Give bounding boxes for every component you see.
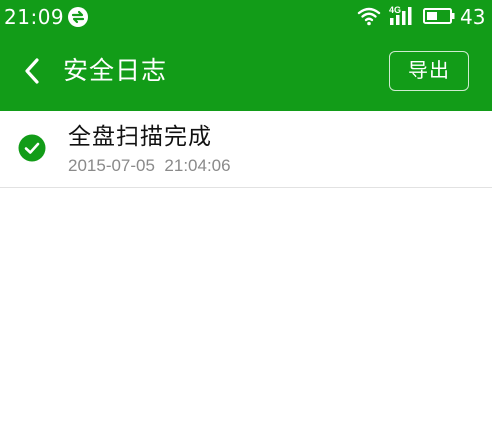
page-title: 安全日志 [63,56,168,85]
log-item-timestamp: 2015-07-05 21:04:06 [68,156,231,175]
battery-level: 43 [460,5,486,29]
export-button[interactable]: 导出 [389,51,469,91]
wifi-icon [357,7,381,26]
battery-icon [423,8,455,24]
app-header: 21:09 4G 43 安全日志 导出 [0,0,492,111]
status-time: 21:09 [4,5,65,29]
signal-icon: 4G [389,5,412,25]
status-bar: 21:09 4G 43 [0,0,492,34]
log-item-title: 全盘扫描完成 [68,124,212,150]
list-item[interactable]: 全盘扫描完成 2015-07-05 21:04:06 [0,111,492,188]
log-list: 全盘扫描完成 2015-07-05 21:04:06 [0,111,492,188]
back-chevron-icon[interactable] [20,56,46,86]
check-circle-icon [18,134,46,162]
sync-icon [68,7,88,27]
network-type-label: 4G [389,5,401,15]
